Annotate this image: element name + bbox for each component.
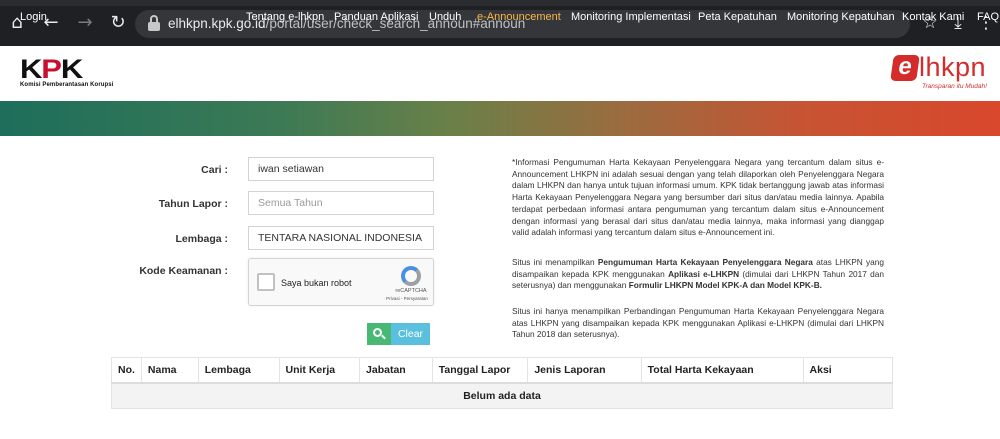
- elhkpn-tagline: Transparan itu Mudah!: [922, 83, 987, 90]
- site-header: [0, 46, 1000, 101]
- nav-item-peta-kepatuhan[interactable]: Peta Kepatuhan: [698, 11, 777, 23]
- browser-tabstrip: [0, 0, 1000, 6]
- nav-item-monitoring-kepatuhan[interactable]: Monitoring Kepatuhan: [787, 11, 895, 23]
- kpk-logo[interactable]: KPK Komisi Pemberantasan Korupsi: [20, 56, 114, 89]
- main-navbar: [0, 101, 1000, 136]
- table-row: Belum ada data: [111, 382, 893, 409]
- kode-keamanan-label: Kode Keamanan :: [139, 265, 228, 277]
- col-unit-kerja[interactable]: Unit Kerja: [278, 357, 361, 384]
- reload-icon[interactable]: ↻: [107, 12, 129, 34]
- table-header-row: No. Nama Lembaga Unit Kerja Jabatan Tang…: [111, 357, 894, 384]
- tahun-lapor-label: Tahun Lapor :: [158, 198, 228, 210]
- col-aksi[interactable]: Aksi: [802, 357, 894, 384]
- col-jenis-laporan[interactable]: Jenis Laporan: [527, 357, 642, 384]
- results-table: No. Nama Lembaga Unit Kerja Jabatan Tang…: [111, 357, 894, 409]
- nav-item-tentang[interactable]: Tentang e-lhkpn: [246, 11, 324, 23]
- nav-item-unduh[interactable]: Unduh: [429, 11, 461, 23]
- info-paragraph-3: Situs ini hanya menampilkan Perbandingan…: [512, 306, 884, 340]
- col-lembaga[interactable]: Lembaga: [197, 357, 280, 384]
- info-paragraph-1: *Informasi Pengumuman Harta Kekayaan Pen…: [512, 157, 884, 238]
- lock-icon[interactable]: [148, 14, 160, 32]
- col-total-harta[interactable]: Total Harta Kekayaan: [640, 357, 804, 384]
- col-no[interactable]: No.: [111, 357, 142, 384]
- lembaga-label: Lembaga :: [175, 233, 228, 245]
- nav-item-kontak[interactable]: Kontak Kami: [902, 11, 964, 23]
- col-jabatan[interactable]: Jabatan: [359, 357, 433, 384]
- col-nama[interactable]: Nama: [140, 357, 199, 384]
- lembaga-input[interactable]: [248, 226, 434, 250]
- recaptcha-widget: Saya bukan robot reCAPTCHA Privasi - Per…: [248, 258, 434, 306]
- recaptcha-label: Saya bukan robot: [281, 278, 352, 288]
- nav-item-faq[interactable]: FAQ: [977, 11, 999, 23]
- info-paragraph-2: Situs ini menampilkan Pengumuman Harta K…: [512, 257, 885, 291]
- search-button[interactable]: [367, 323, 391, 345]
- empty-message: Belum ada data: [111, 382, 893, 409]
- nav-item-panduan[interactable]: Panduan Aplikasi: [334, 11, 418, 23]
- tahun-lapor-input[interactable]: [248, 191, 434, 215]
- elhkpn-logo-text: lhkpn: [919, 52, 987, 82]
- forward-arrow-icon[interactable]: →: [74, 12, 96, 34]
- nav-item-monitoring-implementasi[interactable]: Monitoring Implementasi: [571, 11, 691, 23]
- kpk-logo-text: KPK: [20, 54, 83, 84]
- recaptcha-checkbox[interactable]: [257, 273, 275, 291]
- clear-button[interactable]: Clear: [391, 323, 430, 345]
- recaptcha-links[interactable]: Privasi - Persyaratan: [381, 296, 433, 301]
- elhkpn-logo-e: e: [890, 53, 920, 81]
- cari-input[interactable]: [248, 157, 434, 181]
- cari-label: Cari :: [201, 164, 228, 176]
- col-tanggal-lapor[interactable]: Tanggal Lapor: [431, 357, 529, 384]
- nav-item-e-announcement[interactable]: e-Announcement: [477, 11, 561, 23]
- nav-login[interactable]: Login: [20, 11, 47, 23]
- elhkpn-logo[interactable]: e lhkpn Transparan itu Mudah!: [890, 52, 1000, 94]
- recaptcha-logo-icon: [401, 266, 421, 286]
- recaptcha-brand: reCAPTCHA: [395, 288, 427, 294]
